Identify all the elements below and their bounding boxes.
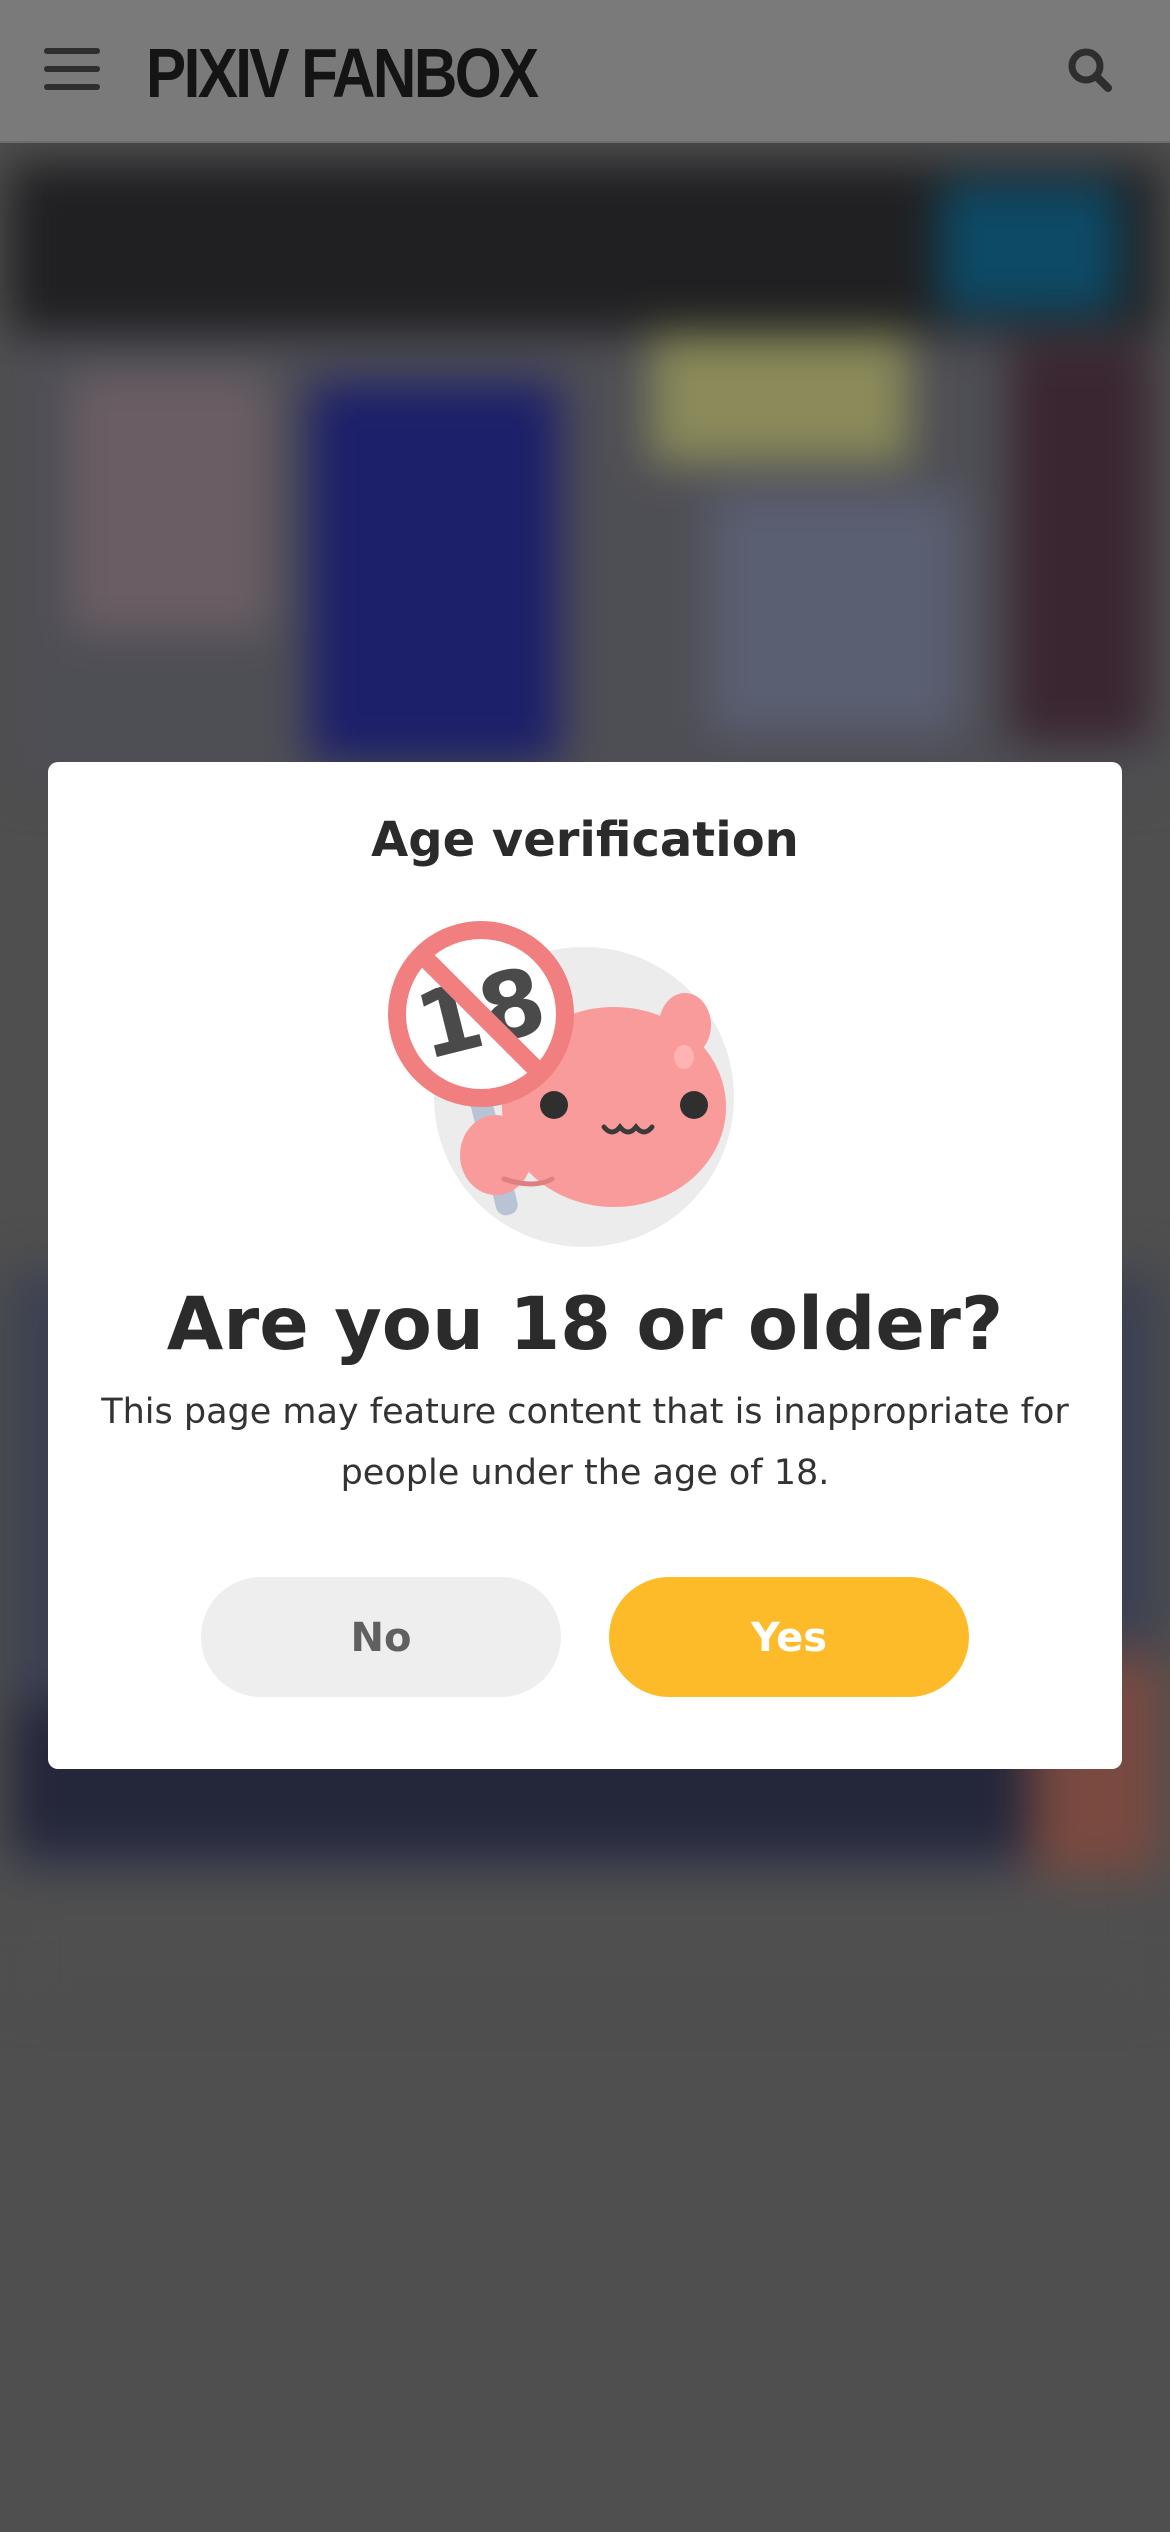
blurred-cover-image	[10, 163, 1160, 783]
no-button[interactable]: No	[201, 1577, 561, 1697]
top-header: PIXIV FANBOX	[0, 0, 1170, 143]
yes-button[interactable]: Yes	[609, 1577, 969, 1697]
dialog-title: Age verification	[371, 812, 799, 868]
age-question: Are you 18 or older?	[166, 1282, 1004, 1367]
search-icon[interactable]	[1066, 46, 1114, 94]
brand-logo[interactable]: PIXIV FANBOX	[146, 28, 539, 118]
mascot-no-under-18-icon: 18	[388, 921, 734, 1247]
age-verification-dialog: Age verification 18 Are you 18 or older?…	[48, 762, 1122, 1769]
age-warning-text: This page may feature content that is in…	[101, 1392, 1069, 1493]
hamburger-menu-icon[interactable]	[44, 48, 100, 90]
